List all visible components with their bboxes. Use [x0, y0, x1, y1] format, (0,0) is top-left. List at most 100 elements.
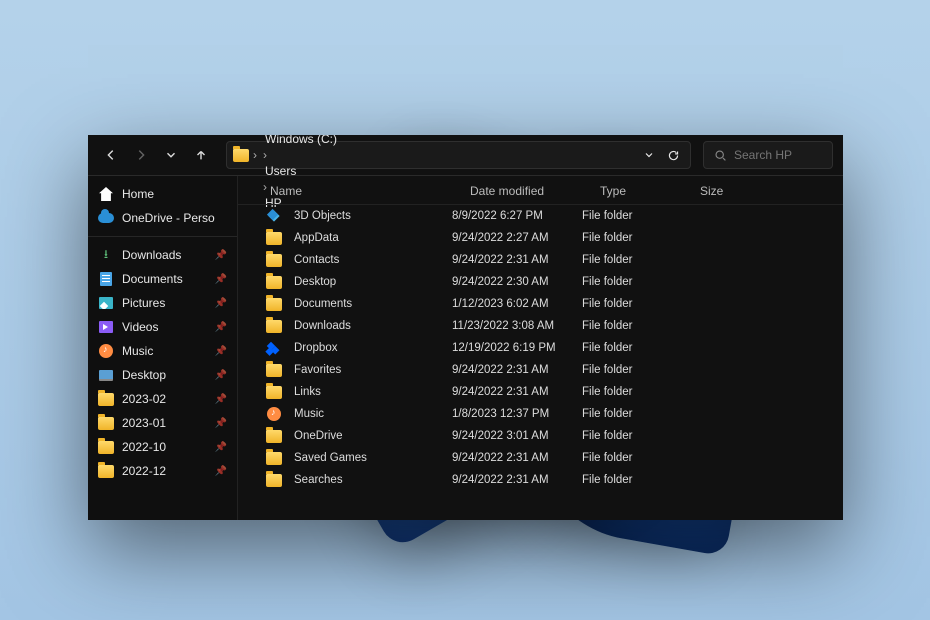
- file-list: Name Date modified Type Size 3D Objects8…: [238, 176, 843, 520]
- file-date: 8/9/2022 6:27 PM: [448, 210, 578, 222]
- sidebar-item[interactable]: Home: [88, 182, 237, 206]
- back-button[interactable]: [98, 142, 124, 168]
- sidebar-item[interactable]: 2023-02📌: [88, 387, 237, 411]
- folder-icon: [266, 230, 282, 246]
- file-name: Dropbox: [290, 342, 341, 354]
- refresh-button[interactable]: [662, 144, 684, 166]
- file-name: Searches: [290, 474, 347, 486]
- column-type[interactable]: Type: [596, 182, 696, 200]
- folder-icon: [98, 439, 114, 455]
- file-explorer-window: › This PC›Windows (C:)›Users›HP Home OneD…: [88, 135, 843, 520]
- breadcrumb-item[interactable]: Windows (C:): [261, 135, 341, 148]
- column-headers: Name Date modified Type Size: [238, 176, 843, 205]
- recent-locations-button[interactable]: [158, 142, 184, 168]
- file-type: File folder: [578, 276, 678, 288]
- sidebar-item-label: Downloads: [122, 248, 181, 262]
- folder-icon: [98, 415, 114, 431]
- sidebar-item[interactable]: 2022-10 📌: [88, 435, 237, 459]
- column-date[interactable]: Date modified: [466, 182, 596, 200]
- file-type: File folder: [578, 320, 678, 332]
- sidebar-item-label: Desktop: [122, 368, 166, 382]
- file-name: Links: [290, 386, 325, 398]
- pin-icon: 📌: [215, 322, 227, 333]
- file-name: Desktop: [290, 276, 340, 288]
- pin-icon: 📌: [215, 370, 227, 381]
- file-row[interactable]: Desktop 9/24/2022 2:30 AMFile folder: [238, 271, 843, 293]
- file-type: File folder: [578, 452, 678, 464]
- file-row[interactable]: Dropbox12/19/2022 6:19 PMFile folder: [238, 337, 843, 359]
- sidebar-item[interactable]: 2022-12📌: [88, 459, 237, 483]
- file-row[interactable]: Favorites 9/24/2022 2:31 AMFile folder: [238, 359, 843, 381]
- folder-icon: [266, 384, 282, 400]
- folder-icon: [98, 391, 114, 407]
- file-type: File folder: [578, 298, 678, 310]
- folder-icon: [98, 463, 114, 479]
- sidebar-item[interactable]: Music📌: [88, 339, 237, 363]
- file-date: 9/24/2022 2:31 AM: [448, 364, 578, 376]
- file-date: 9/24/2022 3:01 AM: [448, 430, 578, 442]
- download-icon: ⭳: [98, 247, 114, 263]
- chevron-right-icon: ›: [261, 180, 269, 194]
- sidebar-item-label: OneDrive - Perso: [122, 211, 215, 225]
- search-input[interactable]: [734, 148, 824, 162]
- address-dropdown-button[interactable]: [638, 144, 660, 166]
- pin-icon: 📌: [215, 298, 227, 309]
- folder-icon: [266, 274, 282, 290]
- sidebar-item[interactable]: Documents📌: [88, 267, 237, 291]
- file-row[interactable]: Music1/8/2023 12:37 PMFile folder: [238, 403, 843, 425]
- pin-icon: 📌: [215, 274, 227, 285]
- forward-button[interactable]: [128, 142, 154, 168]
- folder-icon: [266, 252, 282, 268]
- mus-icon: [98, 343, 114, 359]
- sidebar-item[interactable]: Videos 📌: [88, 315, 237, 339]
- file-date: 1/8/2023 12:37 PM: [448, 408, 578, 420]
- file-type: File folder: [578, 364, 678, 376]
- dsk-icon: [98, 367, 114, 383]
- search-box[interactable]: [703, 141, 833, 169]
- pin-icon: 📌: [215, 346, 227, 357]
- sidebar-item-label: 2023-02: [122, 392, 166, 406]
- folder-icon: [266, 318, 282, 334]
- pin-icon: 📌: [215, 466, 227, 477]
- file-type: File folder: [578, 210, 678, 222]
- file-row[interactable]: Downloads11/23/2022 3:08 AMFile folder: [238, 315, 843, 337]
- folder-icon: [233, 147, 249, 163]
- column-name[interactable]: Name: [266, 182, 466, 200]
- arrow-up-icon: [193, 147, 209, 163]
- folder-icon: [266, 296, 282, 312]
- file-name: AppData: [290, 232, 343, 244]
- file-row[interactable]: AppData9/24/2022 2:27 AMFile folder: [238, 227, 843, 249]
- pin-icon: 📌: [215, 442, 227, 453]
- file-row[interactable]: Links9/24/2022 2:31 AMFile folder: [238, 381, 843, 403]
- sidebar-item[interactable]: Pictures📌: [88, 291, 237, 315]
- sidebar-item[interactable]: Desktop 📌: [88, 363, 237, 387]
- file-row[interactable]: OneDrive9/24/2022 3:01 AMFile folder: [238, 425, 843, 447]
- sidebar-item-label: 2023-01: [122, 416, 166, 430]
- sidebar-item[interactable]: ⭳Downloads📌: [88, 243, 237, 267]
- sidebar-item[interactable]: OneDrive - Perso: [88, 206, 237, 230]
- pic-icon: [98, 295, 114, 311]
- file-name: Music: [290, 408, 328, 420]
- folder-icon: [266, 428, 282, 444]
- file-date: 9/24/2022 2:31 AM: [448, 386, 578, 398]
- file-type: File folder: [578, 254, 678, 266]
- file-row[interactable]: 3D Objects8/9/2022 6:27 PMFile folder: [238, 205, 843, 227]
- file-name: OneDrive: [290, 430, 347, 442]
- address-bar[interactable]: › This PC›Windows (C:)›Users›HP: [226, 141, 691, 169]
- file-name: Favorites: [290, 364, 345, 376]
- file-row[interactable]: Contacts9/24/2022 2:31 AMFile folder: [238, 249, 843, 271]
- dbx-icon: [266, 340, 282, 356]
- file-row[interactable]: Documents1/12/2023 6:02 AMFile folder: [238, 293, 843, 315]
- mus-icon: [266, 406, 282, 422]
- column-size[interactable]: Size: [696, 182, 776, 200]
- up-button[interactable]: [188, 142, 214, 168]
- file-date: 9/24/2022 2:30 AM: [448, 276, 578, 288]
- sidebar-item-label: 2022-10: [122, 440, 166, 454]
- file-row[interactable]: Saved Games9/24/2022 2:31 AMFile folder: [238, 447, 843, 469]
- file-row[interactable]: Searches9/24/2022 2:31 AMFile folder: [238, 469, 843, 491]
- sidebar-item[interactable]: 2023-01📌: [88, 411, 237, 435]
- search-icon: [712, 147, 728, 163]
- folder-icon: [266, 472, 282, 488]
- file-date: 9/24/2022 2:27 AM: [448, 232, 578, 244]
- sidebar-item-label: Videos: [122, 320, 158, 334]
